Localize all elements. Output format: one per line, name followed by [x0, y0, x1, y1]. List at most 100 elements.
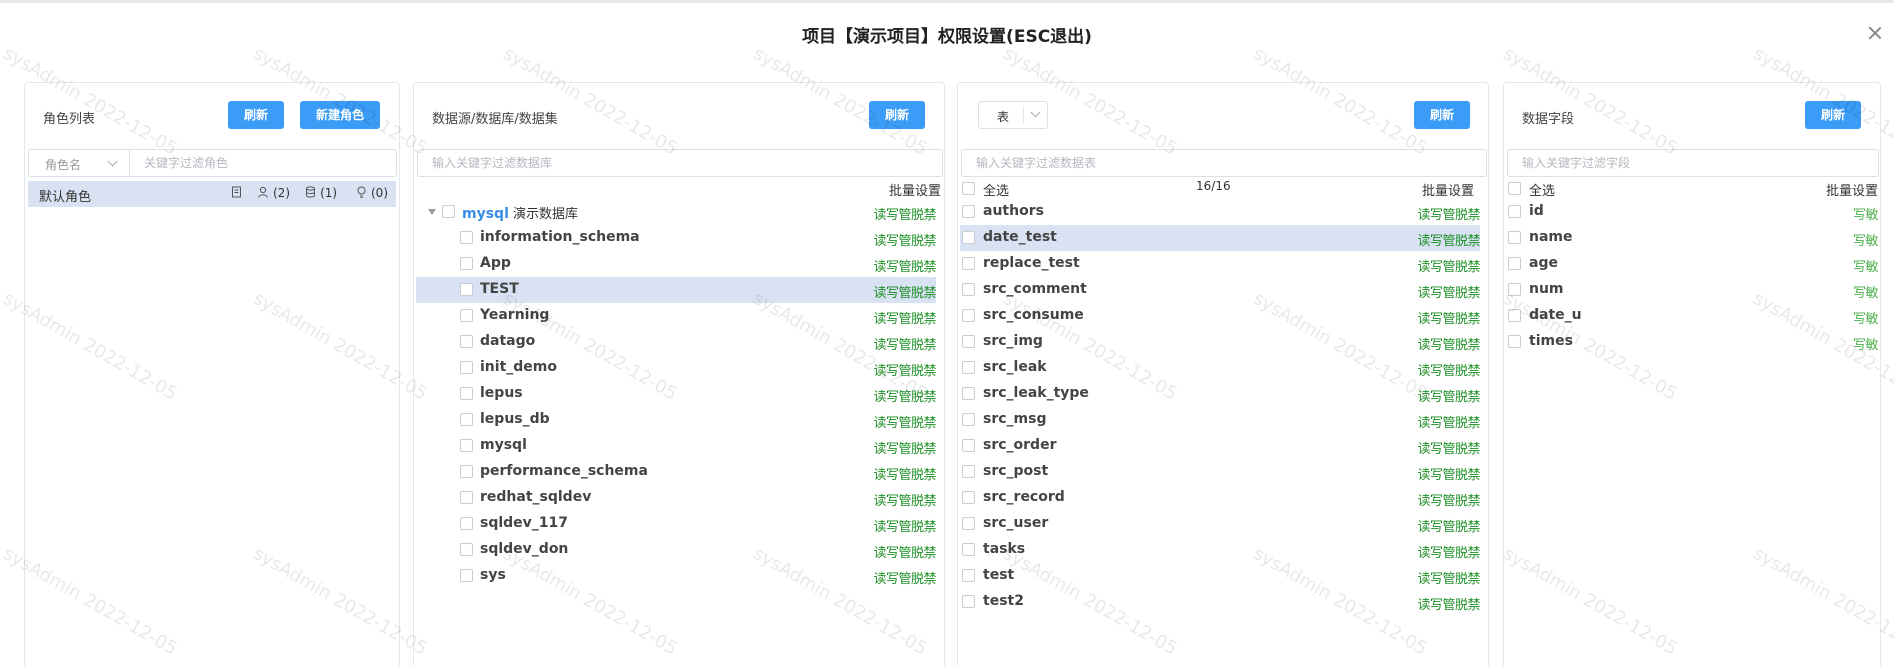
database-row[interactable]: lepus_db 读写管脱禁 — [416, 407, 936, 433]
table-row[interactable]: src_record 读写管脱禁 — [960, 485, 1480, 511]
table-checkbox[interactable] — [962, 517, 975, 530]
table-checkbox[interactable] — [962, 205, 975, 218]
table-checkbox[interactable] — [962, 439, 975, 452]
field-permissions[interactable]: 写敏 — [1853, 256, 1879, 275]
table-row[interactable]: replace_test 读写管脱禁 — [960, 251, 1480, 277]
field-search-field[interactable] — [1507, 149, 1879, 177]
database-permissions[interactable]: 读写管脱禁 — [873, 282, 936, 301]
database-row[interactable]: sqldev_don 读写管脱禁 — [416, 537, 936, 563]
database-row[interactable]: information_schema 读写管脱禁 — [416, 225, 936, 251]
field-row[interactable]: age 写敏 — [1506, 251, 1879, 277]
datasource-row[interactable]: mysql 演示数据库 读写管脱禁 — [416, 199, 936, 225]
table-permissions[interactable]: 读写管脱禁 — [1417, 256, 1480, 275]
table-permissions[interactable]: 读写管脱禁 — [1417, 308, 1480, 327]
field-permissions[interactable]: 写敏 — [1853, 308, 1879, 327]
database-permissions[interactable]: 读写管脱禁 — [873, 360, 936, 379]
database-row[interactable]: performance_schema 读写管脱禁 — [416, 459, 936, 485]
table-checkbox[interactable] — [962, 361, 975, 374]
field-row[interactable]: date_u 写敏 — [1506, 303, 1879, 329]
database-checkbox[interactable] — [460, 491, 473, 504]
table-permissions[interactable]: 读写管脱禁 — [1417, 490, 1480, 509]
table-checkbox[interactable] — [962, 309, 975, 322]
database-row[interactable]: sqldev_117 读写管脱禁 — [416, 511, 936, 537]
database-permissions[interactable]: 读写管脱禁 — [873, 412, 936, 431]
field-row[interactable]: name 写敏 — [1506, 225, 1879, 251]
field-checkbox[interactable] — [1508, 205, 1521, 218]
roles-refresh-button[interactable]: 刷新 — [228, 101, 284, 129]
database-checkbox[interactable] — [460, 283, 473, 296]
table-checkbox[interactable] — [962, 595, 975, 608]
table-checkbox[interactable] — [962, 543, 975, 556]
field-row[interactable]: times 写敏 — [1506, 329, 1879, 355]
field-row[interactable]: id 写敏 — [1506, 199, 1879, 225]
database-checkbox[interactable] — [460, 257, 473, 270]
table-permissions[interactable]: 读写管脱禁 — [1417, 412, 1480, 431]
table-row[interactable]: src_user 读写管脱禁 — [960, 511, 1480, 537]
database-row[interactable]: mysql 读写管脱禁 — [416, 433, 936, 459]
table-row[interactable]: src_msg 读写管脱禁 — [960, 407, 1480, 433]
table-permissions[interactable]: 读写管脱禁 — [1417, 334, 1480, 353]
database-row[interactable]: sys 读写管脱禁 — [416, 563, 936, 589]
database-checkbox[interactable] — [460, 413, 473, 426]
table-row[interactable]: authors 读写管脱禁 — [960, 199, 1480, 225]
table-row[interactable]: src_comment 读写管脱禁 — [960, 277, 1480, 303]
field-permissions[interactable]: 写敏 — [1853, 204, 1879, 223]
database-checkbox[interactable] — [460, 309, 473, 322]
field-refresh-button[interactable]: 刷新 — [1805, 101, 1861, 129]
database-permissions[interactable]: 读写管脱禁 — [873, 308, 936, 327]
object-type-select[interactable]: 表 — [978, 101, 1048, 129]
datasource-checkbox[interactable] — [442, 205, 455, 218]
database-permissions[interactable]: 读写管脱禁 — [873, 230, 936, 249]
table-checkbox[interactable] — [962, 569, 975, 582]
table-search-input[interactable] — [962, 150, 1486, 176]
field-permissions[interactable]: 写敏 — [1853, 282, 1879, 301]
table-permissions[interactable]: 读写管脱禁 — [1417, 568, 1480, 587]
field-checkbox[interactable] — [1508, 257, 1521, 270]
database-permissions[interactable]: 读写管脱禁 — [873, 542, 936, 561]
table-row[interactable]: test2 读写管脱禁 — [960, 589, 1480, 615]
field-checkbox[interactable] — [1508, 309, 1521, 322]
table-permissions[interactable]: 读写管脱禁 — [1417, 386, 1480, 405]
database-checkbox[interactable] — [460, 361, 473, 374]
table-row[interactable]: src_leak 读写管脱禁 — [960, 355, 1480, 381]
database-checkbox[interactable] — [460, 465, 473, 478]
table-checkbox[interactable] — [962, 387, 975, 400]
table-row[interactable]: src_leak_type 读写管脱禁 — [960, 381, 1480, 407]
field-permissions[interactable]: 写敏 — [1853, 334, 1879, 353]
database-search-input[interactable] — [418, 150, 942, 176]
table-row[interactable]: src_consume 读写管脱禁 — [960, 303, 1480, 329]
table-permissions[interactable]: 读写管脱禁 — [1417, 594, 1480, 613]
role-search-field[interactable] — [129, 149, 397, 177]
database-row[interactable]: datago 读写管脱禁 — [416, 329, 936, 355]
new-role-button[interactable]: 新建角色 — [300, 101, 380, 129]
field-select-all-label[interactable]: 全选 — [1529, 180, 1555, 199]
close-icon[interactable] — [1866, 24, 1884, 42]
database-checkbox[interactable] — [460, 387, 473, 400]
database-permissions[interactable]: 读写管脱禁 — [873, 464, 936, 483]
table-checkbox[interactable] — [962, 335, 975, 348]
field-permissions[interactable]: 写敏 — [1853, 230, 1879, 249]
table-row[interactable]: tasks 读写管脱禁 — [960, 537, 1480, 563]
datasource-permissions[interactable]: 读写管脱禁 — [873, 204, 936, 223]
table-row[interactable]: src_post 读写管脱禁 — [960, 459, 1480, 485]
table-row[interactable]: src_img 读写管脱禁 — [960, 329, 1480, 355]
role-filter-select[interactable]: 角色名 — [28, 149, 130, 177]
table-row[interactable]: src_order 读写管脱禁 — [960, 433, 1480, 459]
table-permissions[interactable]: 读写管脱禁 — [1417, 282, 1480, 301]
table-refresh-button[interactable]: 刷新 — [1414, 101, 1470, 129]
table-search-field[interactable] — [961, 149, 1487, 177]
table-row[interactable]: date_test 读写管脱禁 — [960, 225, 1480, 251]
table-permissions[interactable]: 读写管脱禁 — [1417, 230, 1480, 249]
database-permissions[interactable]: 读写管脱禁 — [873, 490, 936, 509]
field-checkbox[interactable] — [1508, 335, 1521, 348]
field-batch-label[interactable]: 批量设置 — [1826, 180, 1878, 199]
role-row-default[interactable]: 默认角色 (2) (1) (0) — [28, 181, 396, 207]
database-batch-label[interactable]: 批量设置 — [889, 180, 941, 199]
database-row[interactable]: lepus 读写管脱禁 — [416, 381, 936, 407]
table-permissions[interactable]: 读写管脱禁 — [1417, 438, 1480, 457]
table-checkbox[interactable] — [962, 283, 975, 296]
database-checkbox[interactable] — [460, 517, 473, 530]
database-row[interactable]: redhat_sqldev 读写管脱禁 — [416, 485, 936, 511]
database-permissions[interactable]: 读写管脱禁 — [873, 438, 936, 457]
table-permissions[interactable]: 读写管脱禁 — [1417, 516, 1480, 535]
